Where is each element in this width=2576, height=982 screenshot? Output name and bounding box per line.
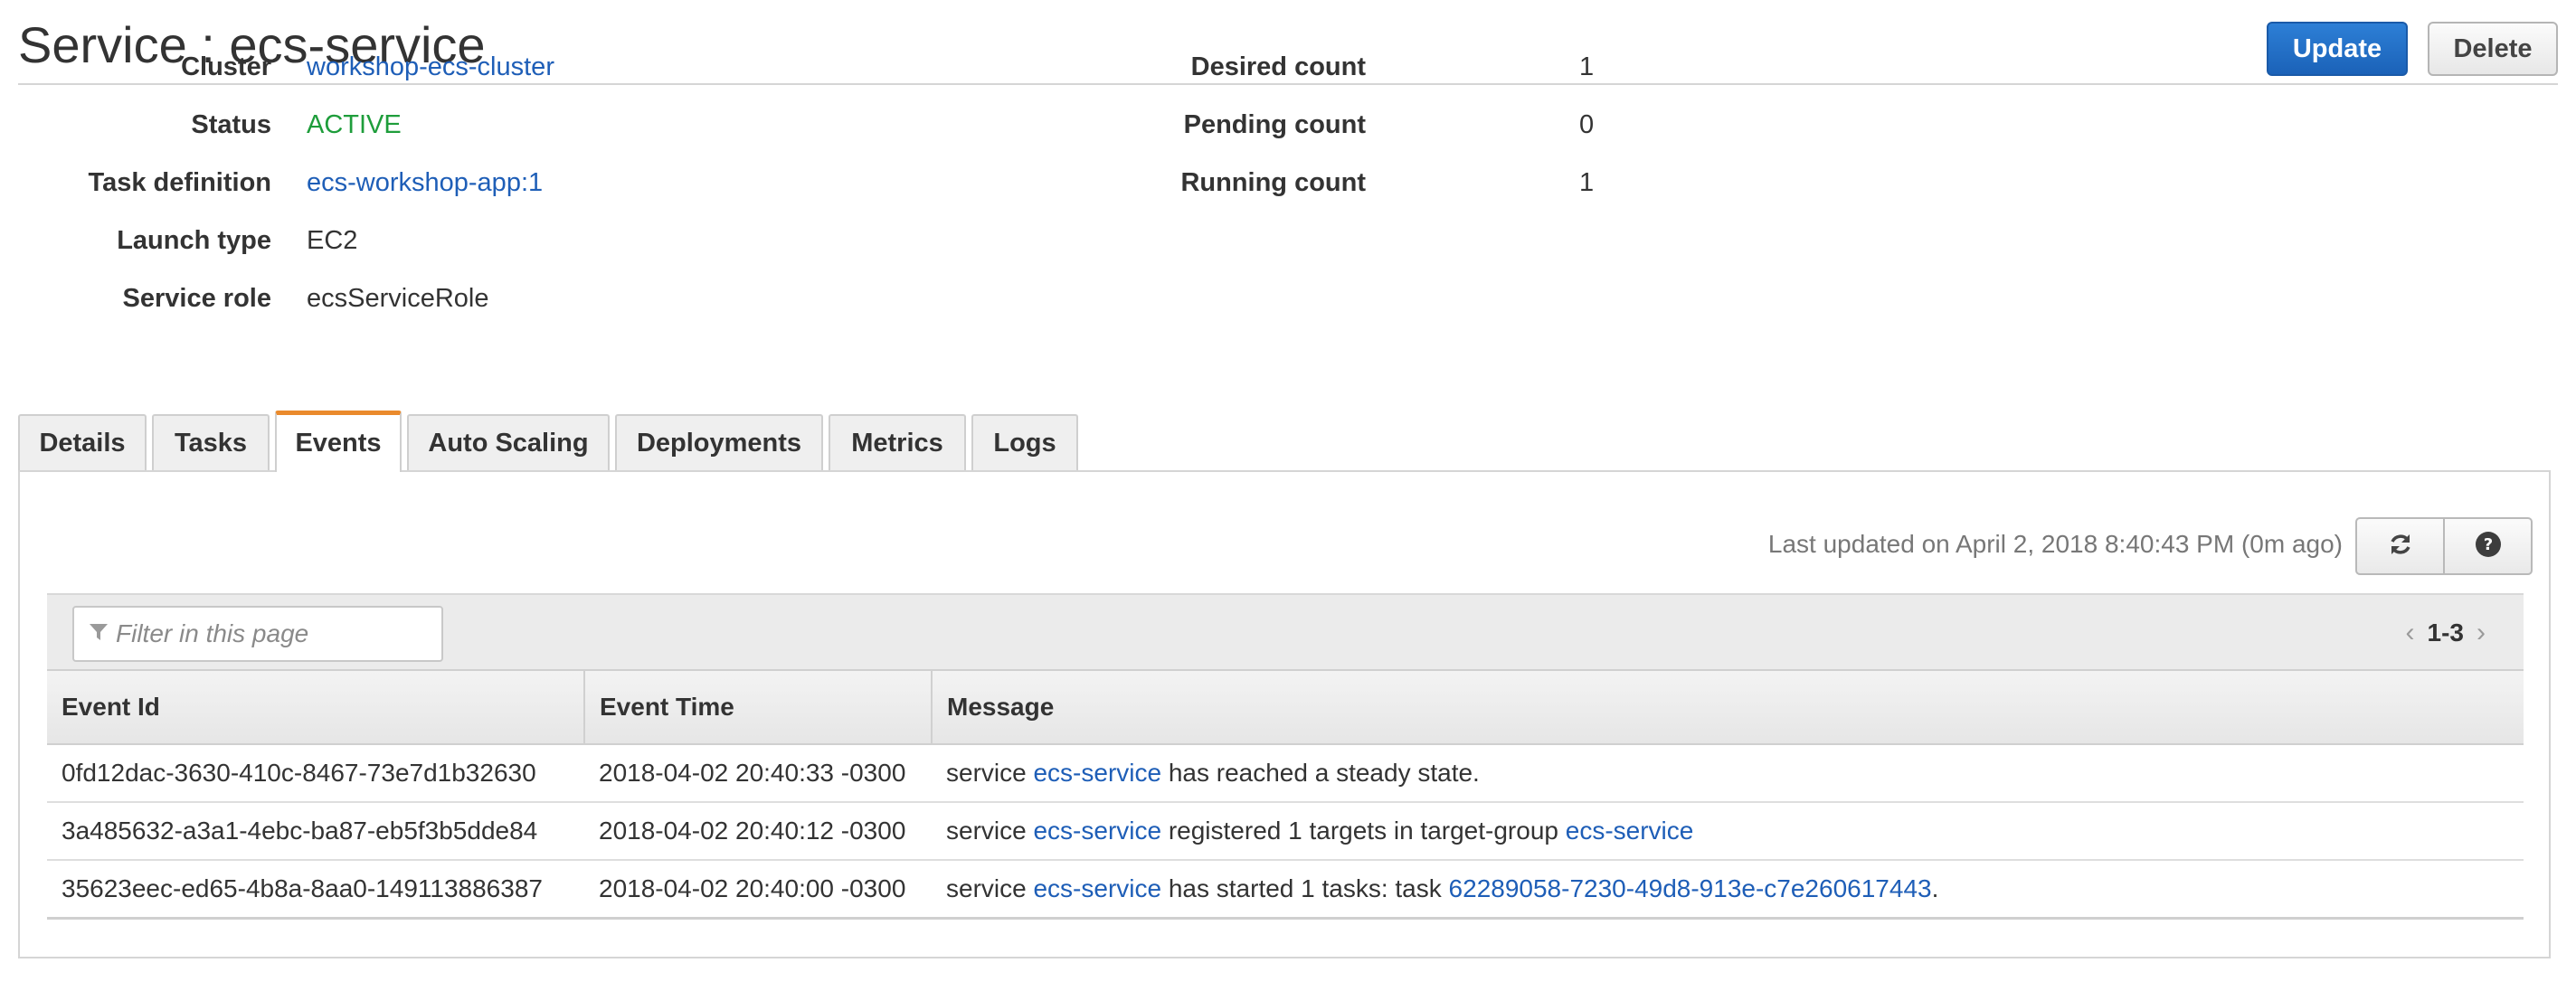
tab-events[interactable]: Events	[275, 411, 402, 472]
filter-icon	[89, 622, 109, 647]
summary-row-desired-count: Desired count 1	[1191, 49, 1990, 85]
refresh-button[interactable]	[2357, 519, 2443, 573]
event-message-cell: service ecs-service has started 1 tasks:…	[932, 860, 2524, 920]
event-time-cell: 2018-04-02 20:40:12 -0300	[584, 802, 932, 861]
summary-row-service-role: Service role ecsServiceRole	[0, 280, 1357, 316]
column-header-event-time[interactable]: Event Time	[583, 669, 932, 745]
pending-count-value: 0	[1579, 110, 1595, 139]
refresh-icon	[2388, 532, 2413, 562]
summary-row-cluster: Cluster workshop-ecs-cluster	[0, 49, 1357, 85]
message-text: registered 1 targets in target-group	[1161, 817, 1566, 845]
event-id-cell: 3a485632-a3a1-4ebc-ba87-eb5f3b5dde84	[47, 802, 584, 861]
filter-input[interactable]	[114, 618, 425, 649]
summary-row-launch-type: Launch type EC2	[0, 222, 1357, 259]
pagination: ‹ 1-3 ›	[2393, 595, 2498, 671]
target-group-link[interactable]: ecs-service	[1566, 817, 1694, 845]
column-header-event-id[interactable]: Event Id	[47, 669, 584, 745]
running-count-value: 1	[1579, 168, 1595, 197]
task-definition-link[interactable]: ecs-workshop-app:1	[307, 165, 543, 201]
launch-type-value: EC2	[307, 226, 358, 255]
event-id-cell: 35623eec-ed65-4b8a-8aa0-149113886387	[47, 860, 584, 920]
summary-label: Pending count	[1183, 110, 1366, 139]
event-id-cell: 0fd12dac-3630-410c-8467-73e7d1b32630	[47, 744, 584, 803]
message-text: has reached a steady state.	[1161, 759, 1480, 787]
summary-label: Cluster	[181, 52, 271, 81]
task-link[interactable]: 62289058-7230-49d8-913e-c7e260617443	[1449, 874, 1932, 902]
summary-label: Task definition	[88, 168, 271, 197]
page-range: 1-3	[2427, 618, 2464, 647]
tab-logs[interactable]: Logs	[971, 414, 1078, 470]
chevron-left-icon[interactable]: ‹	[2406, 618, 2415, 648]
table-row: 3a485632-a3a1-4ebc-ba87-eb5f3b5dde84 201…	[47, 802, 2524, 861]
tab-auto-scaling[interactable]: Auto Scaling	[407, 414, 610, 470]
service-tabs: Details Tasks Events Auto Scaling Deploy…	[18, 411, 1084, 472]
table-header-row: Event Id Event Time Message	[47, 669, 2524, 745]
tab-tasks[interactable]: Tasks	[152, 414, 270, 470]
summary-label: Desired count	[1190, 52, 1366, 81]
service-link[interactable]: ecs-service	[1033, 759, 1161, 787]
update-button[interactable]: Update	[2267, 22, 2408, 76]
table-row: 35623eec-ed65-4b8a-8aa0-149113886387 201…	[47, 860, 2524, 920]
message-text: has started 1 tasks: task	[1161, 874, 1449, 902]
filter-field[interactable]	[72, 606, 443, 662]
last-updated-text: Last updated on April 2, 2018 8:40:43 PM…	[1767, 530, 2343, 558]
tab-metrics[interactable]: Metrics	[829, 414, 966, 470]
service-link[interactable]: ecs-service	[1033, 817, 1161, 845]
help-button[interactable]: ?	[2443, 519, 2531, 573]
message-text: service	[946, 759, 1034, 787]
service-link[interactable]: ecs-service	[1033, 874, 1161, 902]
help-icon: ?	[2475, 531, 2502, 562]
chevron-right-icon[interactable]: ›	[2477, 618, 2486, 648]
event-time-cell: 2018-04-02 20:40:00 -0300	[584, 860, 932, 920]
delete-button[interactable]: Delete	[2428, 22, 2558, 76]
service-role-value: ecsServiceRole	[307, 284, 489, 313]
events-table: Event Id Event Time Message 0fd12dac-363…	[47, 669, 2524, 920]
svg-text:?: ?	[2483, 535, 2492, 554]
tab-deployments[interactable]: Deployments	[615, 414, 823, 470]
message-text: service	[946, 817, 1034, 845]
summary-row-pending-count: Pending count 0	[1184, 107, 1990, 143]
summary-label: Running count	[1180, 168, 1366, 197]
message-text: .	[1931, 874, 1939, 902]
event-message-cell: service ecs-service registered 1 targets…	[932, 802, 2524, 861]
summary-row-task-definition: Task definition ecs-workshop-app:1	[0, 165, 1357, 201]
filter-bar: ‹ 1-3 ›	[47, 593, 2524, 671]
status-value: ACTIVE	[307, 110, 402, 139]
summary-row-status: Status ACTIVE	[0, 107, 1357, 143]
summary-label: Service role	[122, 284, 271, 313]
tab-details[interactable]: Details	[18, 414, 147, 470]
panel-actions: ?	[2355, 517, 2533, 575]
message-text: service	[946, 874, 1034, 902]
table-row: 0fd12dac-3630-410c-8467-73e7d1b32630 201…	[47, 744, 2524, 803]
summary-label: Status	[191, 110, 271, 139]
event-message-cell: service ecs-service has reached a steady…	[932, 744, 2524, 803]
desired-count-value: 1	[1579, 52, 1595, 81]
summary-label: Launch type	[117, 226, 271, 255]
events-panel: Last updated on April 2, 2018 8:40:43 PM…	[18, 470, 2551, 958]
summary-row-running-count: Running count 1	[1180, 165, 1990, 201]
event-time-cell: 2018-04-02 20:40:33 -0300	[584, 744, 932, 803]
cluster-link[interactable]: workshop-ecs-cluster	[307, 49, 554, 85]
column-header-message[interactable]: Message	[931, 669, 2524, 745]
